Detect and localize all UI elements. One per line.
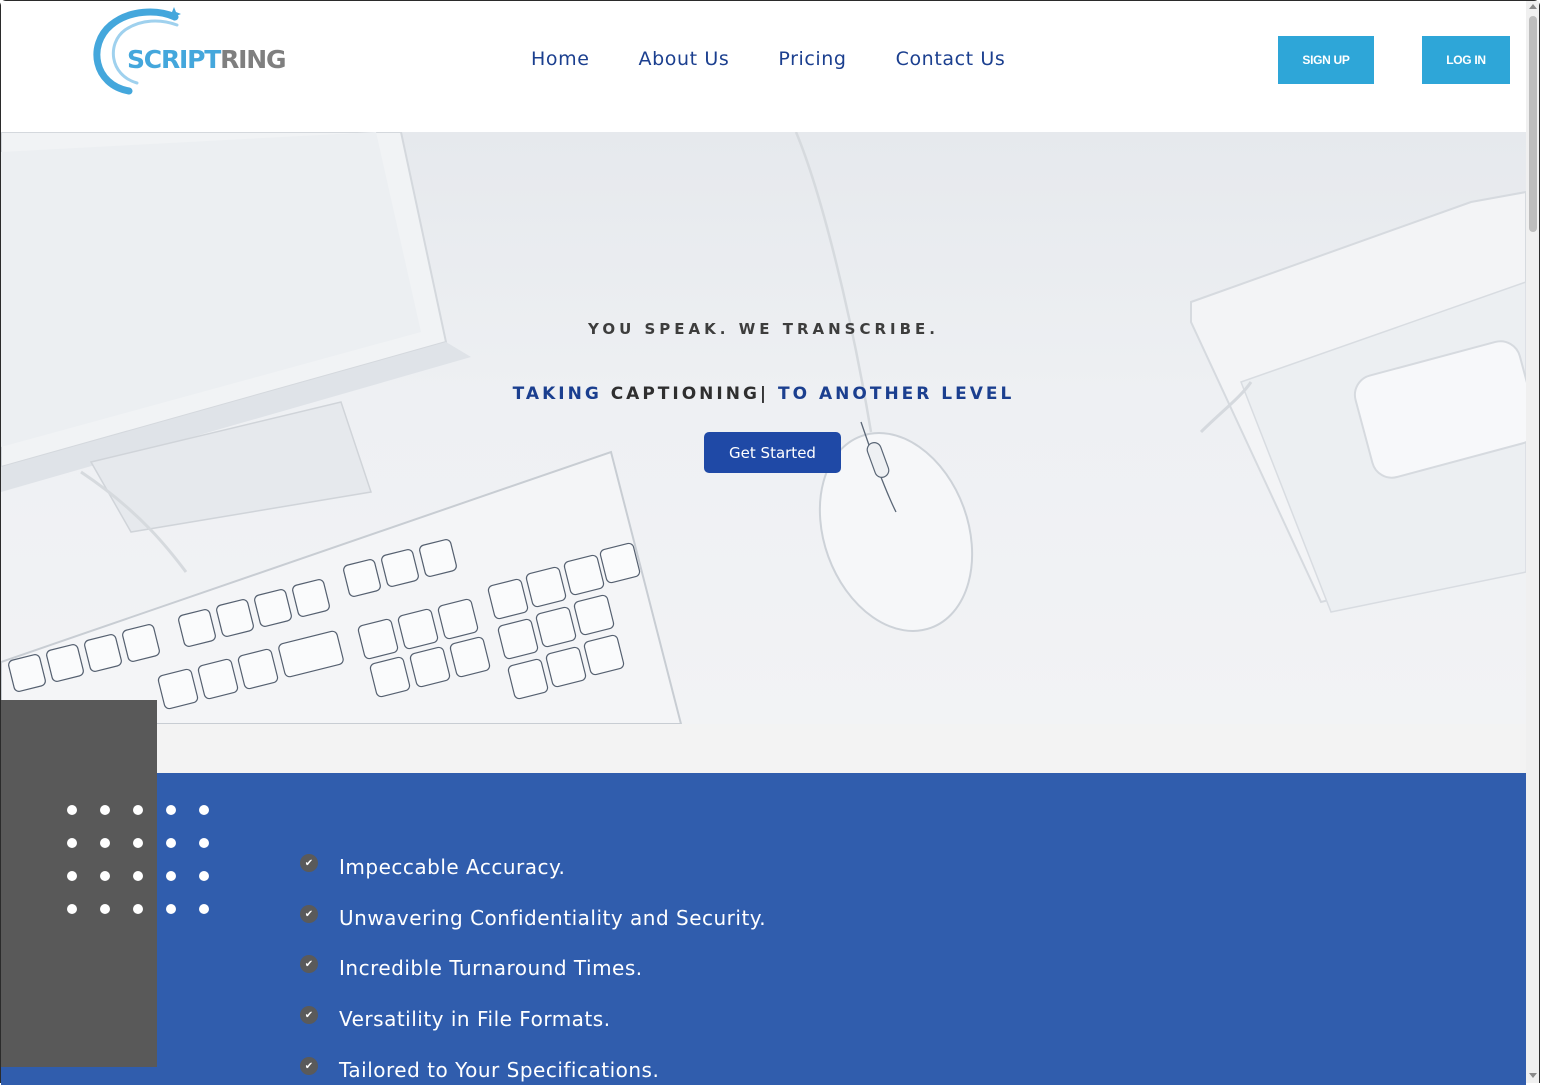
dot xyxy=(199,871,209,881)
headline-prefix: TAKING xyxy=(512,384,602,404)
dot xyxy=(133,871,143,881)
nav-contact-us[interactable]: Contact Us xyxy=(896,48,1006,70)
section-divider xyxy=(1,724,1526,773)
dot xyxy=(100,805,110,815)
dot xyxy=(166,805,176,815)
hero-tagline: YOU SPEAK. WE TRANSCRIBE. xyxy=(588,320,939,338)
list-item: ✔ Incredible Turnaround Times. xyxy=(300,953,643,983)
check-circle-icon: ✔ xyxy=(300,955,318,973)
check-circle-icon: ✔ xyxy=(300,854,318,872)
nav-about-us[interactable]: About Us xyxy=(639,48,730,70)
check-circle-icon: ✔ xyxy=(300,1057,318,1075)
scrollbar-thumb[interactable] xyxy=(1529,16,1537,232)
dot xyxy=(199,904,209,914)
site-logo[interactable]: SCRIPTRING xyxy=(89,5,287,95)
hero-headline: TAKING CAPTIONING| TO ANOTHER LEVEL xyxy=(1,384,1526,404)
main-nav: Home About Us Pricing Contact Us xyxy=(531,48,1054,70)
nav-pricing[interactable]: Pricing xyxy=(778,48,846,70)
feature-text: Tailored to Your Specifications. xyxy=(339,1058,660,1082)
text-cursor: | xyxy=(759,384,770,404)
dot xyxy=(166,871,176,881)
check-circle-icon: ✔ xyxy=(300,905,318,923)
feature-text: Incredible Turnaround Times. xyxy=(339,956,643,980)
hero-background-image xyxy=(1,132,1526,724)
dot xyxy=(100,871,110,881)
headline-rotating-word: CAPTIONING xyxy=(610,384,760,404)
list-item: ✔ Versatility in File Formats. xyxy=(300,1004,611,1034)
list-item: ✔ Impeccable Accuracy. xyxy=(300,852,565,882)
logo-text-script: SCRIPT xyxy=(127,45,221,74)
check-circle-icon: ✔ xyxy=(300,1006,318,1024)
dot xyxy=(67,871,77,881)
feature-text: Unwavering Confidentiality and Security. xyxy=(339,906,767,930)
dot xyxy=(67,805,77,815)
scroll-down-arrow-icon[interactable] xyxy=(1529,1073,1537,1078)
nav-home[interactable]: Home xyxy=(531,48,590,70)
decorative-dot-grid xyxy=(67,805,217,925)
hero-section: YOU SPEAK. WE TRANSCRIBE. TAKING CAPTION… xyxy=(1,132,1526,724)
headline-suffix: TO ANOTHER LEVEL xyxy=(778,384,1015,404)
dot xyxy=(133,838,143,848)
dot xyxy=(199,838,209,848)
dot xyxy=(166,904,176,914)
feature-text: Versatility in File Formats. xyxy=(339,1007,611,1031)
list-item: ✔ Unwavering Confidentiality and Securit… xyxy=(300,903,766,933)
dot xyxy=(67,904,77,914)
sparkle-icon xyxy=(167,7,181,21)
sign-up-button[interactable]: SIGN UP xyxy=(1278,36,1374,84)
logo-wordmark: SCRIPTRING xyxy=(127,45,287,74)
dot xyxy=(166,838,176,848)
get-started-button[interactable]: Get Started xyxy=(704,432,841,473)
scroll-up-arrow-icon[interactable] xyxy=(1529,4,1537,9)
dot xyxy=(133,904,143,914)
dot xyxy=(100,904,110,914)
site-header: SCRIPTRING Home About Us Pricing Contact… xyxy=(1,1,1526,132)
list-item: ✔ Tailored to Your Specifications. xyxy=(300,1055,659,1085)
bottom-accent-line xyxy=(1,1082,277,1084)
dot xyxy=(199,805,209,815)
logo-text-ring: RING xyxy=(220,45,286,74)
dot xyxy=(133,805,143,815)
feature-text: Impeccable Accuracy. xyxy=(339,855,566,879)
log-in-button[interactable]: LOG IN xyxy=(1422,36,1510,84)
dot xyxy=(100,838,110,848)
dot xyxy=(67,838,77,848)
